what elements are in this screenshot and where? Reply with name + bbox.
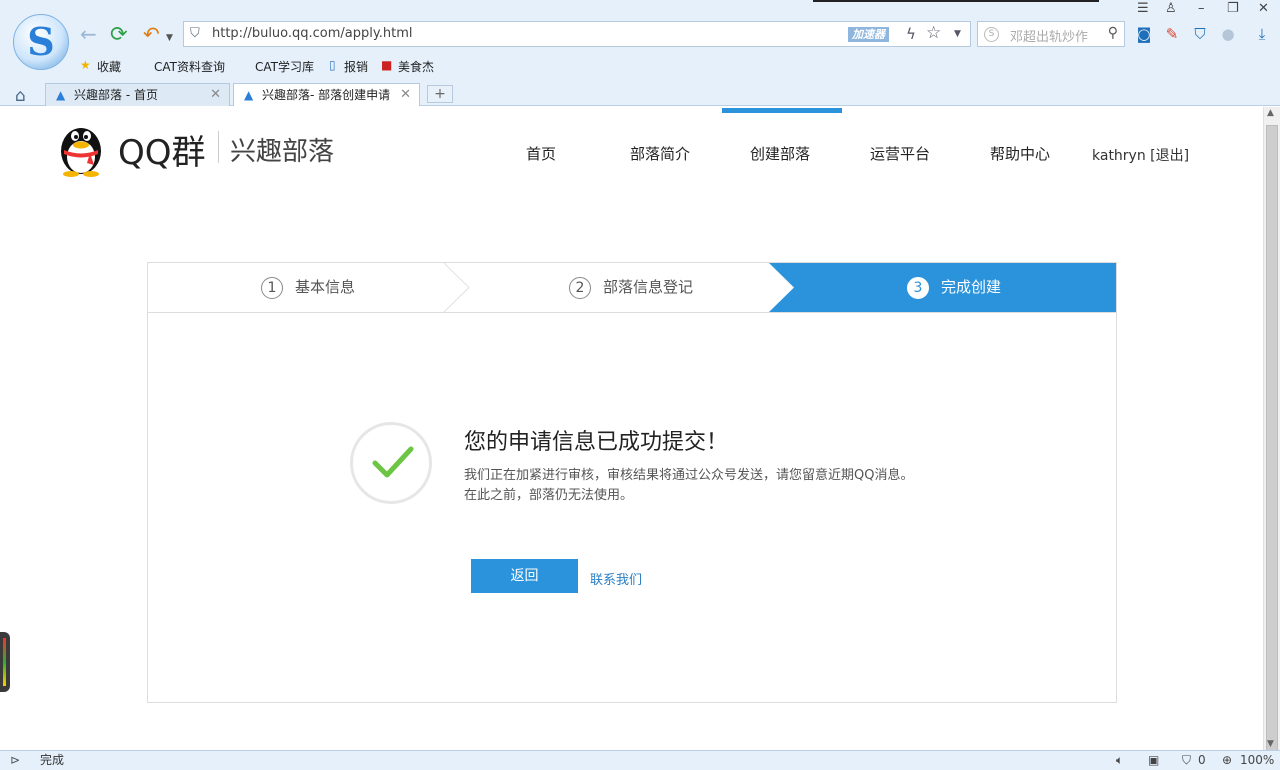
- shield-icon: ⛉: [190, 26, 200, 41]
- minimize-icon[interactable]: –: [1198, 1, 1205, 16]
- step-progress: 1 基本信息 2 部落信息登记 3 完成创建: [147, 262, 1117, 313]
- scroll-thumb[interactable]: [1266, 125, 1278, 751]
- step-1: 1 基本信息: [261, 263, 355, 312]
- step-3-label: 完成创建: [941, 278, 1002, 296]
- search-engine-icon[interactable]: S: [984, 27, 999, 42]
- undo-icon[interactable]: ↶: [143, 24, 160, 44]
- brand-divider: [218, 131, 219, 163]
- bookmark-star-icon: ★: [80, 58, 91, 72]
- lightning-icon[interactable]: ϟ: [906, 25, 916, 43]
- step-2-number: 2: [569, 276, 591, 299]
- status-text: 完成: [40, 753, 65, 767]
- sidebar-toggle-icon[interactable]: ⊳: [10, 751, 20, 770]
- tool-shield-icon[interactable]: ⛉: [1191, 25, 1209, 43]
- step-3-number: 3: [907, 276, 929, 299]
- tool-search-icon[interactable]: ◙: [1135, 25, 1153, 43]
- adblock-count: 0: [1198, 753, 1206, 767]
- scroll-down-icon[interactable]: ▼: [1267, 739, 1274, 749]
- url-text[interactable]: http://buluo.qq.com/apply.html: [212, 26, 412, 41]
- tab-label: 兴趣部落- 部落创建申请: [262, 88, 391, 102]
- close-icon[interactable]: ✕: [1258, 1, 1269, 16]
- new-tab-button[interactable]: +: [427, 85, 453, 103]
- undo-dropdown-icon[interactable]: ▼: [166, 28, 173, 48]
- scroll-up-icon[interactable]: ▲: [1267, 108, 1274, 118]
- user-info: kathryn [退出]: [1092, 145, 1189, 165]
- tool-more-icon[interactable]: ●: [1219, 25, 1237, 43]
- tab-close-icon[interactable]: ✕: [400, 84, 411, 106]
- username[interactable]: kathryn: [1092, 148, 1146, 164]
- search-input[interactable]: 邓超出轨炒作: [1010, 26, 1088, 45]
- bookmark-favorites[interactable]: 收藏: [97, 58, 121, 75]
- success-line-2: 在此之前，部落仍无法使用。: [464, 488, 634, 503]
- toolbox-icon[interactable]: ▣: [1148, 751, 1159, 770]
- brand-name[interactable]: QQ群: [118, 125, 206, 174]
- adblock-icon[interactable]: ⛉: [1182, 751, 1191, 770]
- success-description: 我们正在加紧进行审核，审核结果将通过公众号发送，请您留意近期QQ消息。 在此之前…: [464, 466, 934, 506]
- success-check-icon: [350, 422, 432, 504]
- refresh-icon[interactable]: ⟳: [110, 24, 128, 45]
- logout-link[interactable]: [退出]: [1150, 148, 1189, 164]
- qq-penguin-logo[interactable]: [56, 119, 106, 177]
- nav-help[interactable]: 帮助中心: [990, 143, 1050, 164]
- zoom-icon[interactable]: ⊕: [1222, 751, 1232, 770]
- status-bar: ⊳ 完成 🔈︎ ▣ ⛉ 0 ⊕ 100%: [0, 750, 1280, 770]
- nav-create[interactable]: 创建部落: [750, 143, 810, 164]
- bookmark-reimburse[interactable]: 报销: [344, 58, 368, 75]
- volume-icon[interactable]: 🔈︎: [1116, 751, 1123, 770]
- meishijie-icon: ■: [381, 58, 393, 72]
- side-widget[interactable]: [0, 632, 10, 692]
- download-icon[interactable]: ⤓: [1253, 25, 1271, 43]
- star-icon[interactable]: ☆: [926, 23, 941, 43]
- zoom-level[interactable]: 100%: [1240, 751, 1274, 770]
- nav-intro[interactable]: 部落简介: [630, 143, 690, 164]
- bookmark-cat-library[interactable]: CAT学习库: [255, 58, 314, 75]
- address-dropdown-icon[interactable]: ▼: [954, 29, 961, 39]
- browser-chrome: ← ⟳ ↶ ▼ ⛉ http://buluo.qq.com/apply.html…: [0, 0, 1280, 106]
- page-icon: ▯: [329, 58, 336, 72]
- contact-link[interactable]: 联系我们: [590, 569, 642, 588]
- step-3: 3 完成创建: [907, 263, 1001, 312]
- nav-active-indicator: [722, 108, 842, 113]
- restore-icon[interactable]: ❐: [1227, 1, 1239, 16]
- page-content: QQ群 兴趣部落 首页 部落简介 创建部落 运营平台 帮助中心 kathryn …: [0, 107, 1263, 750]
- top-line: [813, 0, 1099, 2]
- result-card: [147, 313, 1117, 703]
- search-box[interactable]: S 邓超出轨炒作 ⚲: [977, 21, 1125, 47]
- tab-label: 兴趣部落 - 首页: [74, 88, 158, 102]
- tab-site-icon: ▲: [56, 88, 66, 102]
- nav-operations[interactable]: 运营平台: [870, 143, 930, 164]
- back-button[interactable]: 返回: [471, 559, 578, 593]
- tab-home[interactable]: ▲ 兴趣部落 - 首页 ✕: [45, 83, 230, 106]
- tab-close-icon[interactable]: ✕: [210, 84, 221, 106]
- step-1-label: 基本信息: [295, 278, 356, 296]
- search-icon[interactable]: ⚲: [1108, 25, 1118, 41]
- bookmark-cat-query[interactable]: CAT资料查询: [154, 58, 225, 75]
- tool-fire-icon[interactable]: ✎: [1163, 25, 1181, 43]
- skin-icon[interactable]: ♙: [1165, 1, 1177, 16]
- back-icon[interactable]: ←: [80, 24, 97, 44]
- nav-home[interactable]: 首页: [526, 143, 556, 164]
- brand-subtitle[interactable]: 兴趣部落: [230, 131, 334, 168]
- tab-site-icon: ▲: [244, 88, 254, 102]
- step-2-label: 部落信息登记: [603, 278, 694, 296]
- menu-icon[interactable]: ☰: [1137, 1, 1149, 16]
- accelerator-badge[interactable]: 加速器: [848, 27, 889, 42]
- browser-logo[interactable]: [13, 14, 69, 70]
- address-bar[interactable]: ⛉ http://buluo.qq.com/apply.html 加速器 ϟ ☆…: [183, 21, 971, 47]
- step-2: 2 部落信息登记: [569, 263, 693, 312]
- tab-apply[interactable]: ▲ 兴趣部落- 部落创建申请 ✕: [233, 83, 420, 106]
- tab-strip: ⌂ ▲ 兴趣部落 - 首页 ✕ ▲ 兴趣部落- 部落创建申请 ✕ +: [0, 82, 1280, 106]
- step-1-number: 1: [261, 276, 283, 299]
- vertical-scrollbar[interactable]: ▲ ▼: [1263, 107, 1280, 751]
- bookmark-meishijie[interactable]: 美食杰: [398, 58, 434, 75]
- home-icon[interactable]: ⌂: [15, 86, 26, 106]
- success-line-1: 我们正在加紧进行审核，审核结果将通过公众号发送，请您留意近期QQ消息。: [464, 468, 914, 483]
- success-title: 您的申请信息已成功提交！: [464, 430, 729, 455]
